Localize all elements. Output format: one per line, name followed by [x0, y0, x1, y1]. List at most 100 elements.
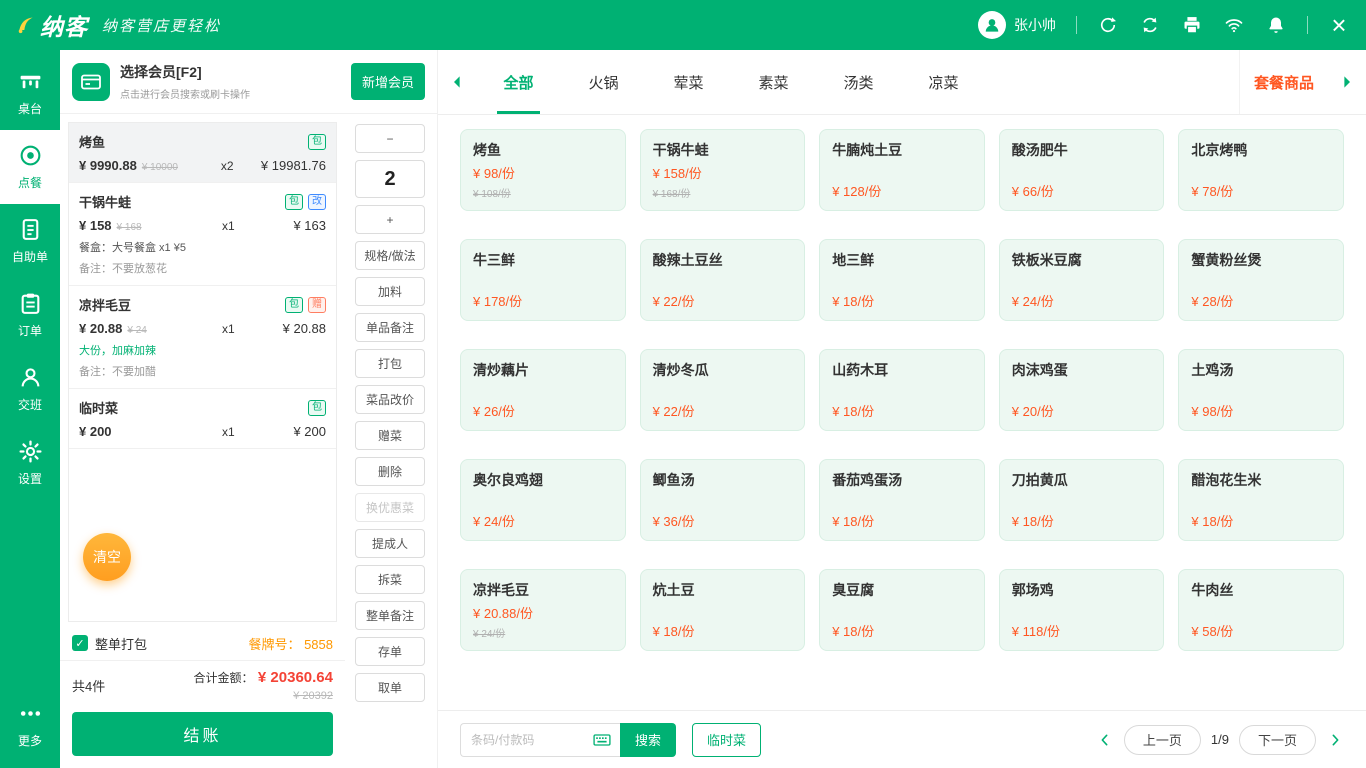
- dish-price: ¥ 18/份: [832, 401, 972, 420]
- menu-item-card[interactable]: 鲫鱼汤 ¥ 36/份: [640, 459, 806, 541]
- sidebar-item-more[interactable]: 更多: [0, 688, 60, 762]
- dish-name: 烤鱼: [473, 140, 613, 160]
- dish-name: 铁板米豆腐: [1012, 250, 1152, 270]
- sidebar-item-ordering[interactable]: 点餐: [0, 130, 60, 204]
- menu-item-card[interactable]: 炕土豆 ¥ 18/份: [640, 569, 806, 651]
- person-icon: [18, 365, 43, 390]
- dish-price: ¥ 178/份: [473, 291, 613, 310]
- action-button[interactable]: 赠菜: [355, 421, 425, 450]
- avatar: [978, 11, 1006, 39]
- category-tab[interactable]: 火锅: [561, 50, 646, 114]
- action-button[interactable]: 打包: [355, 349, 425, 378]
- menu-item-card[interactable]: 铁板米豆腐 ¥ 24/份: [999, 239, 1165, 321]
- temp-dish-button[interactable]: 临时菜: [692, 723, 761, 757]
- category-tab[interactable]: 凉菜: [901, 50, 986, 114]
- menu-item-card[interactable]: 番茄鸡蛋汤 ¥ 18/份: [819, 459, 985, 541]
- pack-all-checkbox[interactable]: ✓: [72, 635, 88, 651]
- pack-badge: 包: [308, 134, 326, 150]
- order-item-original-price: ¥ 168: [117, 222, 222, 233]
- keyboard-icon[interactable]: [592, 730, 612, 750]
- menu-item-card[interactable]: 奥尔良鸡翅 ¥ 24/份: [460, 459, 626, 541]
- menu-item-card[interactable]: 土鸡汤 ¥ 98/份: [1178, 349, 1344, 431]
- sidebar-item-tables[interactable]: 桌台: [0, 56, 60, 130]
- order-item[interactable]: 临时菜 包 ¥ 200 x1 ¥ 200: [69, 389, 336, 449]
- wifi-icon[interactable]: [1223, 14, 1245, 36]
- sync-icon[interactable]: [1097, 14, 1119, 36]
- tabs-scroll-left-icon[interactable]: [438, 50, 476, 114]
- menu-item-card[interactable]: 山药木耳 ¥ 18/份: [819, 349, 985, 431]
- chevron-left-icon[interactable]: [1096, 731, 1114, 749]
- refresh-icon[interactable]: [1139, 14, 1161, 36]
- order-item[interactable]: 烤鱼 包 ¥ 9990.88 ¥ 10000 x2 ¥ 19981.76: [69, 123, 336, 183]
- menu-item-card[interactable]: 烤鱼 ¥ 98/份 ¥ 108/份: [460, 129, 626, 211]
- action-button[interactable]: 整单备注: [355, 601, 425, 630]
- bell-icon[interactable]: [1265, 14, 1287, 36]
- category-tab[interactable]: 全部: [476, 50, 561, 114]
- sidebar-item-selfservice[interactable]: 自助单: [0, 204, 60, 278]
- order-item-spec: 大份，加麻加辣: [79, 342, 326, 358]
- menu-item-card[interactable]: 牛腩炖土豆 ¥ 128/份: [819, 129, 985, 211]
- dish-price: ¥ 24/份: [473, 511, 613, 530]
- category-tab[interactable]: 素菜: [731, 50, 816, 114]
- action-button[interactable]: 删除: [355, 457, 425, 486]
- menu-item-card[interactable]: 肉沫鸡蛋 ¥ 20/份: [999, 349, 1165, 431]
- action-button[interactable]: 2: [355, 160, 425, 198]
- action-button[interactable]: 存单: [355, 637, 425, 666]
- prev-page-button[interactable]: 上一页: [1124, 725, 1201, 755]
- menu-item-card[interactable]: 醋泡花生米 ¥ 18/份: [1178, 459, 1344, 541]
- menu-item-card[interactable]: 地三鲜 ¥ 18/份: [819, 239, 985, 321]
- action-button[interactable]: +: [355, 205, 425, 234]
- action-button[interactable]: 换优惠菜: [355, 493, 425, 522]
- sidebar: 桌台 点餐 自助单 订单 交班 设置 更多: [0, 50, 60, 768]
- action-button[interactable]: 拆菜: [355, 565, 425, 594]
- slogan-text: 纳客营店更轻松: [102, 15, 221, 36]
- close-icon[interactable]: ×: [1328, 14, 1350, 36]
- menu-item-card[interactable]: 蟹黄粉丝煲 ¥ 28/份: [1178, 239, 1344, 321]
- tabs-scroll-right-icon[interactable]: [1328, 50, 1366, 114]
- action-button[interactable]: −: [355, 124, 425, 153]
- chevron-right-icon[interactable]: [1326, 731, 1344, 749]
- category-tab[interactable]: 汤类: [816, 50, 901, 114]
- order-item[interactable]: 凉拌毛豆 包 赠 ¥ 20.88 ¥ 24 x1 ¥ 20.88: [69, 286, 336, 389]
- action-button[interactable]: 提成人: [355, 529, 425, 558]
- user-menu[interactable]: 张小帅: [978, 11, 1056, 39]
- menu-item-card[interactable]: 北京烤鸭 ¥ 78/份: [1178, 129, 1344, 211]
- action-button[interactable]: 加料: [355, 277, 425, 306]
- menu-item-card[interactable]: 凉拌毛豆 ¥ 20.88/份 ¥ 24/份: [460, 569, 626, 651]
- clear-order-button[interactable]: 清空: [83, 533, 131, 581]
- dish-name: 地三鲜: [832, 250, 972, 270]
- menu-item-card[interactable]: 酸辣土豆丝 ¥ 22/份: [640, 239, 806, 321]
- menu-item-card[interactable]: 酸汤肥牛 ¥ 66/份: [999, 129, 1165, 211]
- action-button[interactable]: 单品备注: [355, 313, 425, 342]
- printer-icon[interactable]: [1181, 14, 1203, 36]
- member-select-header[interactable]: 选择会员[F2] 点击进行会员搜索或刷卡操作 新增会员: [60, 50, 437, 114]
- action-button[interactable]: 菜品改价: [355, 385, 425, 414]
- menu-item-card[interactable]: 郭场鸡 ¥ 118/份: [999, 569, 1165, 651]
- add-member-button[interactable]: 新增会员: [351, 63, 425, 100]
- checkout-button[interactable]: 结账: [72, 712, 333, 756]
- dish-name: 山药木耳: [832, 360, 972, 380]
- menu-item-card[interactable]: 干锅牛蛙 ¥ 158/份 ¥ 168/份: [640, 129, 806, 211]
- action-button[interactable]: 取单: [355, 673, 425, 702]
- menu-item-card[interactable]: 清炒冬瓜 ¥ 22/份: [640, 349, 806, 431]
- dish-price: ¥ 18/份: [1012, 511, 1152, 530]
- menu-item-card[interactable]: 臭豆腐 ¥ 18/份: [819, 569, 985, 651]
- order-item-qty: x1: [222, 425, 262, 439]
- next-page-button[interactable]: 下一页: [1239, 725, 1316, 755]
- order-item-extra: 餐盒：大号餐盒 x1 ¥5: [79, 239, 326, 255]
- menu-item-card[interactable]: 清炒藕片 ¥ 26/份: [460, 349, 626, 431]
- action-button[interactable]: 规格/做法: [355, 241, 425, 270]
- combo-products-tab[interactable]: 套餐商品: [1239, 50, 1328, 114]
- bottom-bar: 搜索 临时菜 上一页 1/9 下一页: [438, 710, 1366, 768]
- order-item[interactable]: 干锅牛蛙 包 改 ¥ 158 ¥ 168 x1 ¥ 163: [69, 183, 336, 286]
- menu-item-card[interactable]: 牛肉丝 ¥ 58/份: [1178, 569, 1344, 651]
- sidebar-item-shift[interactable]: 交班: [0, 352, 60, 426]
- sidebar-item-settings[interactable]: 设置: [0, 426, 60, 500]
- dish-name: 牛三鲜: [473, 250, 613, 270]
- search-button[interactable]: 搜索: [620, 723, 676, 757]
- category-tab[interactable]: 荤菜: [646, 50, 731, 114]
- sidebar-item-orders[interactable]: 订单: [0, 278, 60, 352]
- member-select-title: 选择会员[F2]: [120, 62, 341, 82]
- menu-item-card[interactable]: 牛三鲜 ¥ 178/份: [460, 239, 626, 321]
- menu-item-card[interactable]: 刀拍黄瓜 ¥ 18/份: [999, 459, 1165, 541]
